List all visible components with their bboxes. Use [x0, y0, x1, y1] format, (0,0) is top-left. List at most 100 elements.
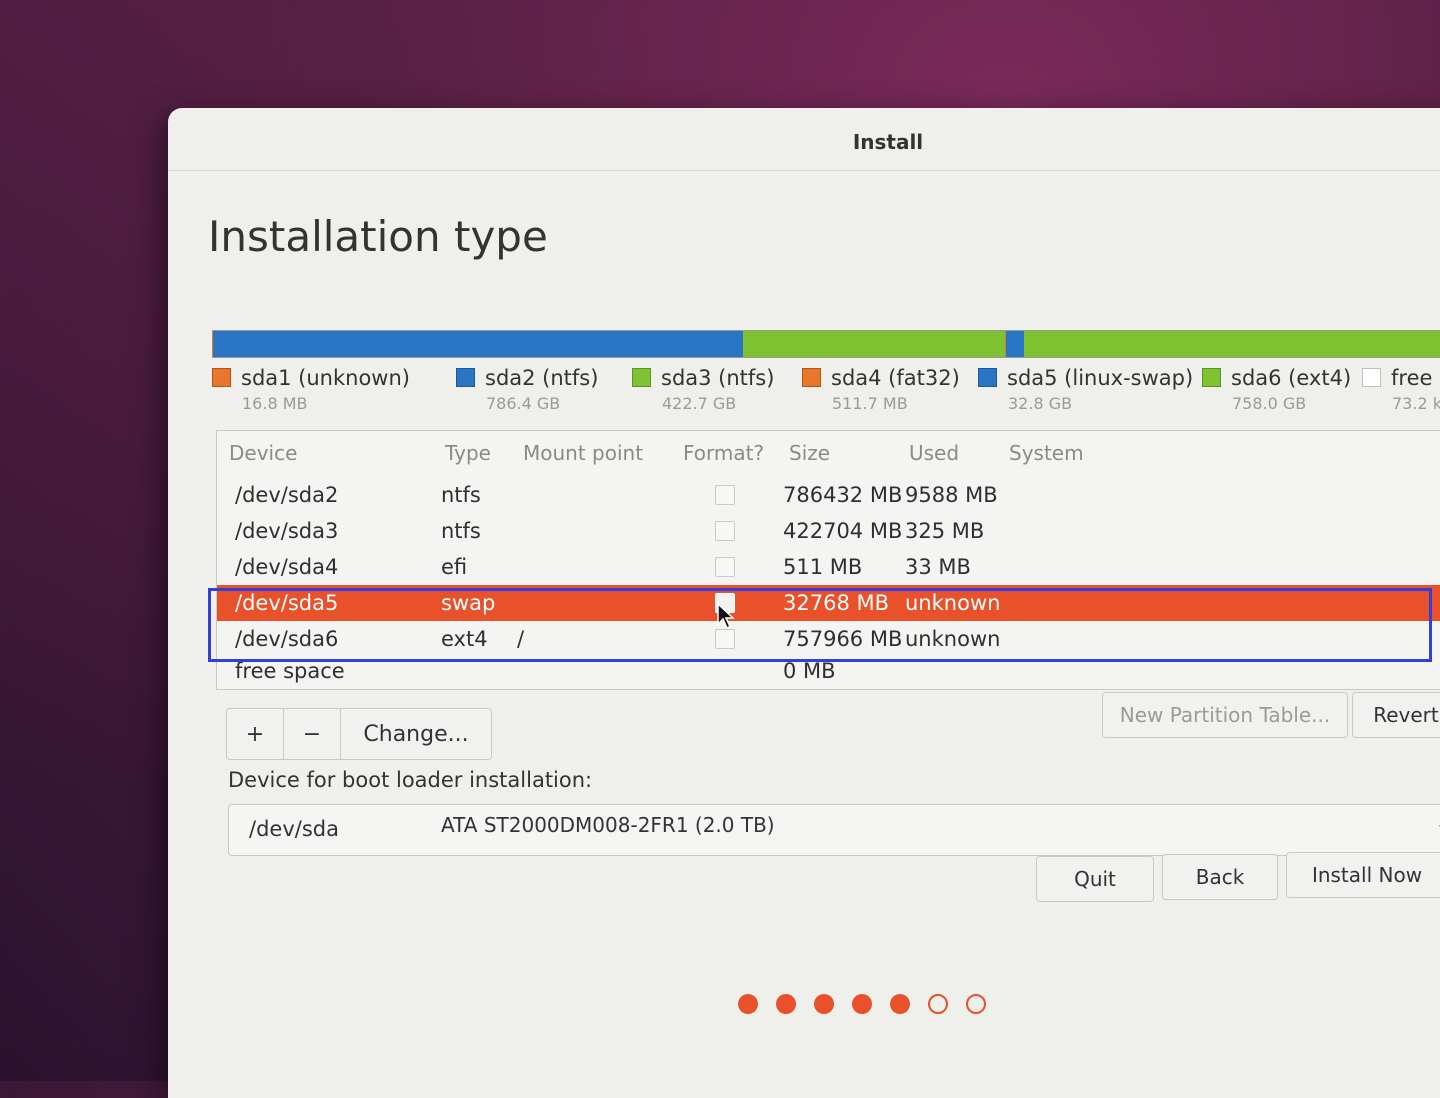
row-size: 0 MB — [783, 659, 836, 683]
table-row[interactable]: /dev/sda6 ext4 / 757966 MB unknown — [217, 621, 1440, 657]
disk-segment — [213, 331, 744, 357]
table-row[interactable]: /dev/sda2 ntfs 786432 MB 9588 MB — [217, 477, 1440, 513]
row-size: 32768 MB — [783, 591, 890, 615]
quit-button[interactable]: Quit — [1036, 856, 1154, 902]
legend-label: sda1 (unknown) — [241, 366, 410, 390]
step-dot-pending — [928, 994, 948, 1014]
legend-item-sda3: sda3 (ntfs) 422.7 GB — [632, 366, 774, 413]
partition-legend: sda1 (unknown) 16.8 MB sda2 (ntfs) 786.4… — [212, 366, 1440, 426]
legend-label: sda5 (linux-swap) — [1007, 366, 1194, 390]
column-header-format[interactable]: Format? — [683, 441, 764, 465]
row-mount: / — [517, 627, 525, 651]
legend-size: 511.7 MB — [832, 394, 908, 413]
row-used: 325 MB — [905, 519, 985, 543]
remove-partition-button[interactable]: − — [284, 709, 341, 759]
table-row[interactable]: /dev/sda4 efi 511 MB 33 MB — [217, 549, 1440, 585]
new-partition-table-button[interactable]: New Partition Table... — [1102, 692, 1348, 738]
legend-item-sda5: sda5 (linux-swap) 32.8 GB — [978, 366, 1193, 413]
table-row[interactable]: /dev/sda3 ntfs 422704 MB 325 MB — [217, 513, 1440, 549]
disk-segment — [1005, 331, 1025, 357]
legend-size: 16.8 MB — [242, 394, 308, 413]
chevron-down-icon: ⌄ — [1435, 811, 1440, 836]
legend-size: 32.8 GB — [1008, 394, 1073, 413]
row-device: free space — [235, 659, 345, 683]
legend-swatch — [978, 368, 997, 387]
row-type: ntfs — [441, 519, 481, 543]
change-partition-button[interactable]: Change... — [341, 709, 491, 759]
legend-swatch — [802, 368, 821, 387]
disk-segment — [743, 331, 1005, 357]
row-size: 757966 MB — [783, 627, 903, 651]
legend-label: sda4 (fat32) — [831, 366, 960, 390]
step-dot-completed — [890, 994, 910, 1014]
row-device: /dev/sda4 — [235, 555, 339, 579]
row-used: unknown — [905, 627, 1001, 651]
legend-label: sda3 (ntfs) — [661, 366, 775, 390]
step-dot-pending — [966, 994, 986, 1014]
table-header: Device Type Mount point Format? Size Use… — [217, 431, 1440, 471]
boot-device-description: ATA ST2000DM008-2FR1 (2.0 TB) — [441, 813, 775, 837]
format-checkbox[interactable] — [715, 521, 735, 541]
mouse-cursor-icon — [717, 602, 735, 630]
row-type: swap — [441, 591, 496, 615]
title-bar: Install — [168, 108, 1440, 171]
disk-segment — [1024, 331, 1440, 357]
row-size: 786432 MB — [783, 483, 903, 507]
row-device: /dev/sda3 — [235, 519, 339, 543]
legend-label: sda2 (ntfs) — [485, 366, 599, 390]
format-checkbox[interactable] — [715, 629, 735, 649]
legend-size: 758.0 GB — [1232, 394, 1307, 413]
revert-button[interactable]: Revert — [1352, 692, 1440, 738]
row-type: ext4 — [441, 627, 488, 651]
back-button[interactable]: Back — [1162, 854, 1278, 900]
boot-loader-select[interactable]: /dev/sda ATA ST2000DM008-2FR1 (2.0 TB) ⌄ — [228, 804, 1440, 856]
install-now-button[interactable]: Install Now — [1286, 852, 1440, 898]
legend-size: 422.7 GB — [662, 394, 737, 413]
table-row-selected[interactable]: /dev/sda5 swap 32768 MB unknown — [217, 585, 1440, 621]
add-partition-button[interactable]: + — [227, 709, 284, 759]
legend-label: free s — [1391, 366, 1440, 390]
row-device: /dev/sda5 — [235, 591, 339, 615]
row-size: 511 MB — [783, 555, 863, 579]
legend-item-sda1: sda1 (unknown) 16.8 MB — [212, 366, 410, 413]
legend-swatch — [632, 368, 651, 387]
column-header-used[interactable]: Used — [909, 441, 959, 465]
installer-window: Install Installation type sda1 (unknown)… — [168, 108, 1440, 1098]
row-device: /dev/sda2 — [235, 483, 339, 507]
legend-label: sda6 (ext4) — [1231, 366, 1352, 390]
format-checkbox[interactable] — [715, 485, 735, 505]
partition-action-group: + − Change... — [226, 708, 492, 760]
legend-size: 786.4 GB — [486, 394, 561, 413]
legend-item-sda2: sda2 (ntfs) 786.4 GB — [456, 366, 598, 413]
format-checkbox[interactable] — [715, 557, 735, 577]
step-dot-completed — [814, 994, 834, 1014]
step-progress-indicator — [738, 994, 986, 1014]
column-header-size[interactable]: Size — [789, 441, 830, 465]
step-dot-completed — [852, 994, 872, 1014]
row-used: unknown — [905, 591, 1001, 615]
row-used: 33 MB — [905, 555, 971, 579]
legend-swatch — [1202, 368, 1221, 387]
column-header-mount[interactable]: Mount point — [523, 441, 643, 465]
row-device: /dev/sda6 — [235, 627, 339, 651]
legend-swatch — [1362, 368, 1381, 387]
column-header-type[interactable]: Type — [445, 441, 491, 465]
disk-usage-bar — [212, 330, 1440, 358]
legend-item-sda4: sda4 (fat32) 511.7 MB — [802, 366, 960, 413]
row-type: ntfs — [441, 483, 481, 507]
column-header-device[interactable]: Device — [229, 441, 297, 465]
legend-item-sda6: sda6 (ext4) 758.0 GB — [1202, 366, 1351, 413]
legend-swatch — [456, 368, 475, 387]
legend-item-free: free s 73.2 kE — [1362, 366, 1440, 413]
legend-swatch — [212, 368, 231, 387]
column-header-system[interactable]: System — [1009, 441, 1084, 465]
table-row[interactable]: free space 0 MB — [217, 653, 1440, 689]
page-title: Installation type — [208, 212, 548, 261]
step-dot-completed — [776, 994, 796, 1014]
window-title: Install — [852, 130, 924, 154]
legend-size: 73.2 kE — [1392, 394, 1440, 413]
row-used: 9588 MB — [905, 483, 998, 507]
boot-device-value: /dev/sda — [249, 817, 339, 841]
boot-loader-label: Device for boot loader installation: — [228, 768, 593, 792]
row-size: 422704 MB — [783, 519, 903, 543]
